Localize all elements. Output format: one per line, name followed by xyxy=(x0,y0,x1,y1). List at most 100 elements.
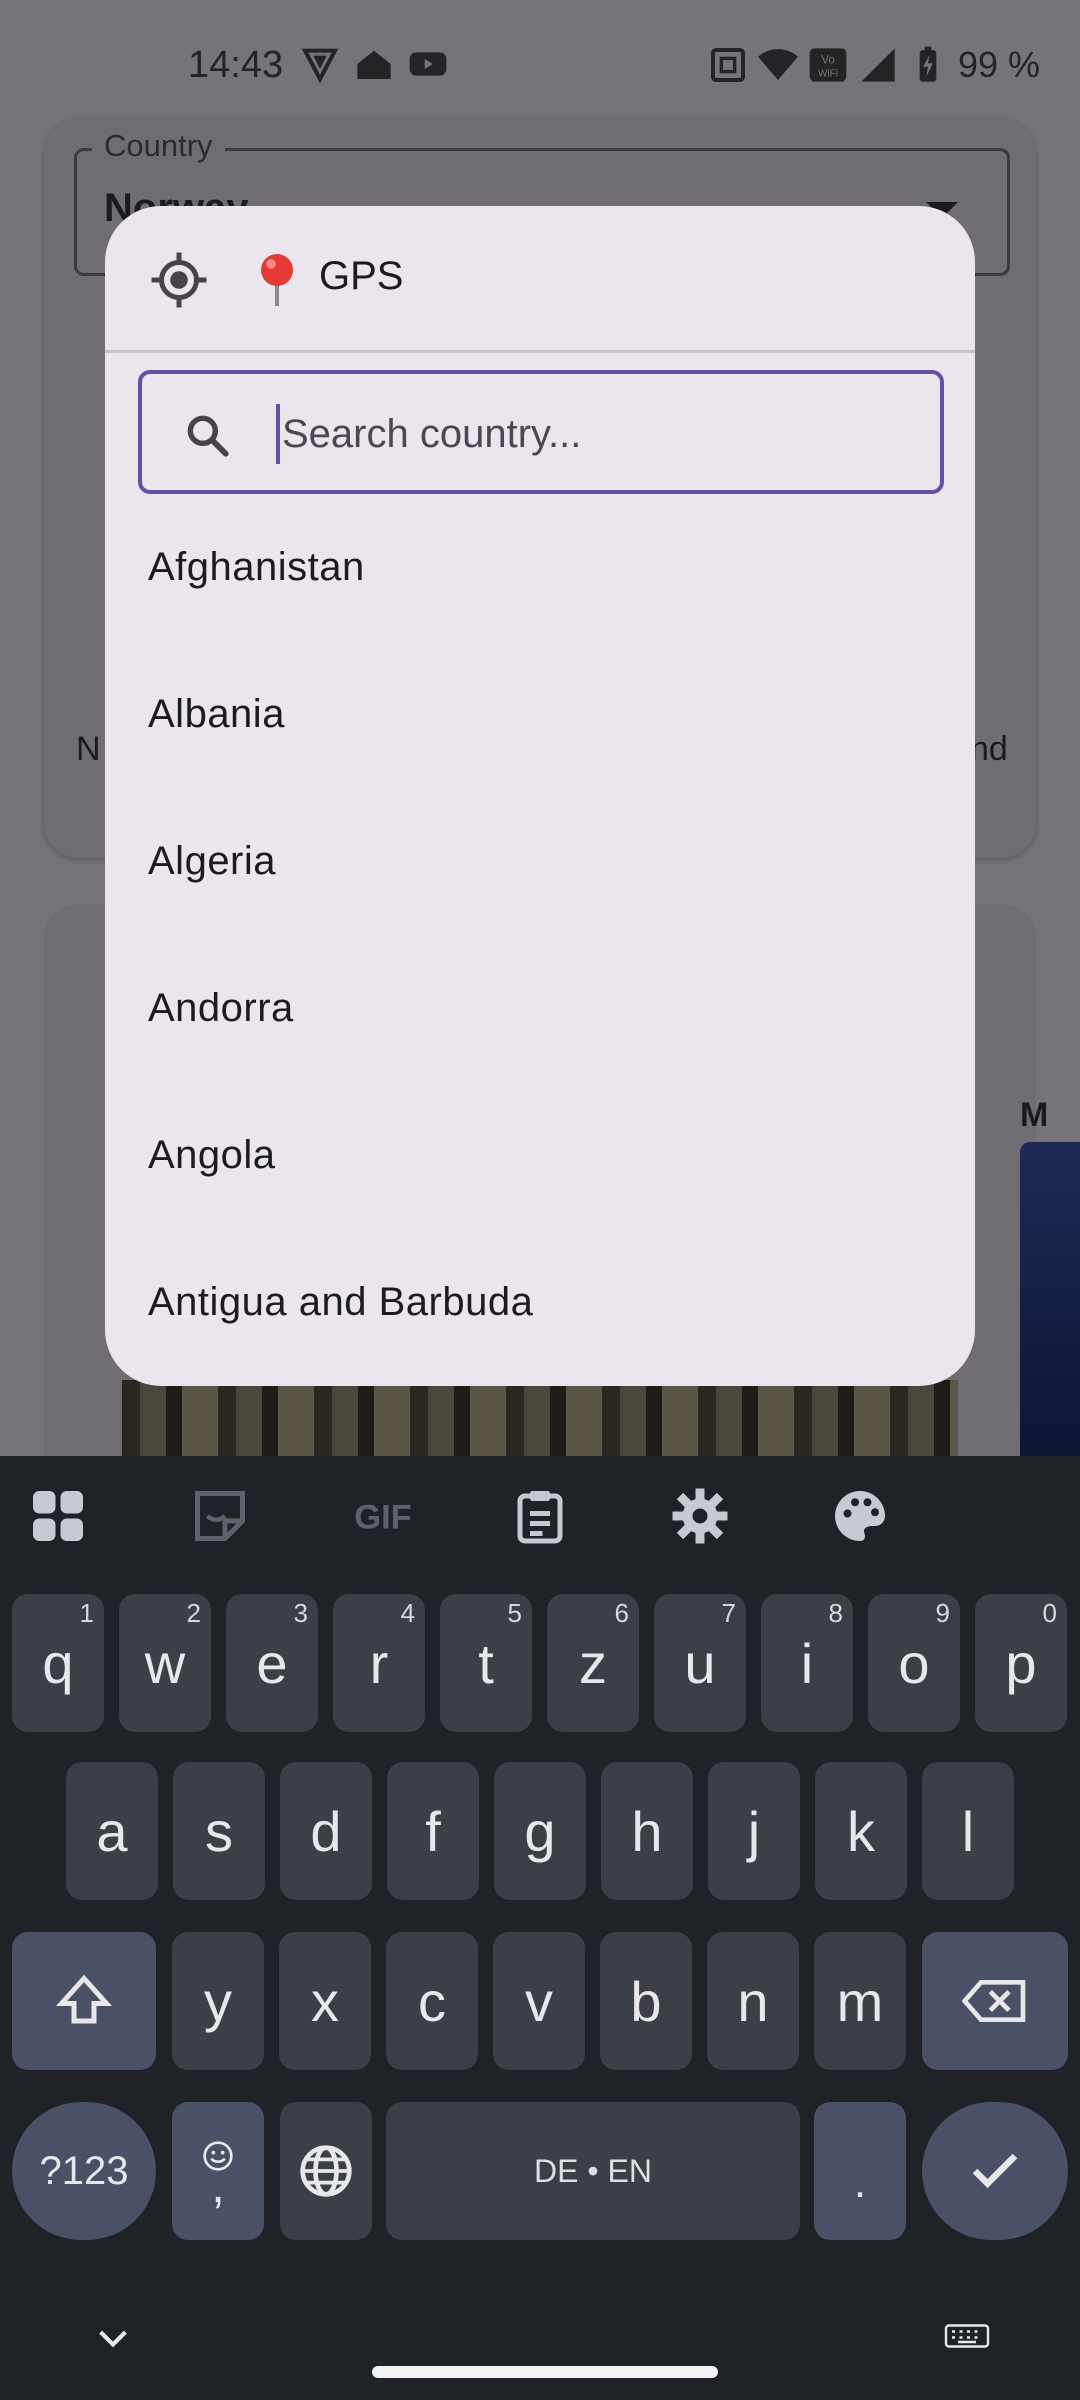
text-cursor xyxy=(276,404,280,464)
backspace-icon xyxy=(962,1980,1026,2022)
key-label: u xyxy=(684,1631,716,1695)
search-field[interactable] xyxy=(138,370,944,494)
key-label: f xyxy=(425,1799,441,1863)
key-o[interactable]: o9 xyxy=(868,1594,960,1732)
period-key[interactable]: . xyxy=(814,2102,906,2240)
period-label: . xyxy=(853,2158,867,2207)
country-list-item[interactable]: Albania xyxy=(105,641,975,788)
country-label: Country xyxy=(92,128,225,164)
battery-percent: 99 % xyxy=(957,44,1040,85)
key-d[interactable]: d xyxy=(280,1762,372,1900)
chevron-down-icon[interactable] xyxy=(96,2328,130,2350)
side-photo xyxy=(1020,1142,1080,1462)
gps-option[interactable]: GPS xyxy=(105,206,975,351)
key-e[interactable]: e3 xyxy=(226,1594,318,1732)
settings-icon[interactable] xyxy=(670,1486,730,1546)
key-label: k xyxy=(847,1799,875,1863)
key-hint: 1 xyxy=(79,1598,94,1628)
key-b[interactable]: b xyxy=(600,1932,692,2070)
key-s[interactable]: s xyxy=(173,1762,265,1900)
signal-icon xyxy=(861,48,895,82)
key-j[interactable]: j xyxy=(708,1762,800,1900)
key-y[interactable]: y xyxy=(172,1932,264,2070)
key-l[interactable]: l xyxy=(922,1762,1014,1900)
key-label: q xyxy=(42,1631,74,1695)
palette-icon[interactable] xyxy=(830,1486,890,1546)
apps-grid-icon[interactable] xyxy=(28,1486,88,1546)
key-v[interactable]: v xyxy=(493,1932,585,2070)
home-indicator[interactable] xyxy=(372,2366,718,2378)
key-w[interactable]: w2 xyxy=(119,1594,211,1732)
status-bar: 14:43 Vo WiFi 99 % xyxy=(0,0,1080,130)
key-q[interactable]: q1 xyxy=(12,1594,104,1732)
country-list: Afghanistan Albania Algeria Andorra Angola An… xyxy=(105,494,975,1376)
country-list-item[interactable]: Afghanistan xyxy=(105,494,975,641)
key-z[interactable]: z6 xyxy=(547,1594,639,1732)
country-list-item[interactable]: Andorra xyxy=(105,935,975,1082)
key-label: a xyxy=(96,1799,128,1863)
my-location-icon xyxy=(151,252,207,308)
gif-icon[interactable]: GIF xyxy=(346,1486,420,1546)
globe-icon xyxy=(300,2145,352,2197)
keyboard-switch-icon[interactable] xyxy=(944,2324,990,2354)
shift-key[interactable] xyxy=(12,1932,156,2070)
key-h[interactable]: h xyxy=(601,1762,693,1900)
key-label: o xyxy=(898,1631,930,1695)
key-r[interactable]: r4 xyxy=(333,1594,425,1732)
key-k[interactable]: k xyxy=(815,1762,907,1900)
key-hint: 9 xyxy=(935,1598,950,1628)
emoji-comma-key[interactable]: , xyxy=(172,2102,264,2240)
key-f[interactable]: f xyxy=(387,1762,479,1900)
key-label: e xyxy=(256,1631,288,1695)
search-input[interactable] xyxy=(282,394,902,474)
space-label: DE • EN xyxy=(534,2152,652,2189)
backspace-key[interactable] xyxy=(922,1932,1068,2070)
checkmark-icon xyxy=(972,2153,1018,2189)
country-list-item[interactable]: Antigua and Barbuda xyxy=(105,1229,975,1376)
key-i[interactable]: i8 xyxy=(761,1594,853,1732)
key-hint: 7 xyxy=(721,1598,736,1628)
key-label: z xyxy=(579,1631,607,1695)
key-label: m xyxy=(836,1969,884,2033)
key-hint: 6 xyxy=(614,1598,629,1628)
space-key[interactable]: DE • EN xyxy=(386,2102,800,2240)
key-t[interactable]: t5 xyxy=(440,1594,532,1732)
key-label: g xyxy=(524,1799,556,1863)
card-text-fragment-right: nd xyxy=(970,730,1008,768)
key-c[interactable]: c xyxy=(386,1932,478,2070)
key-label: j xyxy=(747,1799,761,1863)
status-right-icons: Vo WiFi 99 % xyxy=(708,44,1040,86)
key-label: b xyxy=(630,1969,662,2033)
done-key[interactable] xyxy=(922,2102,1068,2240)
key-p[interactable]: p0 xyxy=(975,1594,1067,1732)
country-list-item[interactable]: Algeria xyxy=(105,788,975,935)
key-label: p xyxy=(1005,1631,1037,1695)
key-hint: 8 xyxy=(828,1598,843,1628)
status-time: 14:43 xyxy=(188,44,284,86)
svg-text:WiFi: WiFi xyxy=(818,69,838,80)
key-g[interactable]: g xyxy=(494,1762,586,1900)
divider xyxy=(105,350,975,353)
language-key[interactable] xyxy=(280,2102,372,2240)
sticker-icon[interactable] xyxy=(190,1486,250,1546)
key-x[interactable]: x xyxy=(279,1932,371,2070)
key-hint: 2 xyxy=(186,1598,201,1628)
key-u[interactable]: u7 xyxy=(654,1594,746,1732)
shift-icon xyxy=(55,1974,113,2024)
key-hint: 0 xyxy=(1042,1598,1057,1628)
symbols-key[interactable]: ?123 xyxy=(12,2102,156,2240)
clipboard-icon[interactable] xyxy=(510,1486,570,1546)
country-list-item[interactable]: Angola xyxy=(105,1082,975,1229)
svg-text:Vo: Vo xyxy=(821,53,835,66)
vowifi-icon: Vo WiFi xyxy=(809,48,847,82)
key-label: y xyxy=(204,1969,232,2033)
key-label: v xyxy=(525,1969,553,2033)
key-label: d xyxy=(310,1799,342,1863)
key-a[interactable]: a xyxy=(66,1762,158,1900)
nfc-icon xyxy=(710,48,745,82)
key-m[interactable]: m xyxy=(814,1932,906,2070)
key-n[interactable]: n xyxy=(707,1932,799,2070)
country-picker-dialog: GPS AfghanistanAlbaniaAlgeriaAndorraAngo… xyxy=(105,206,975,1386)
key-hint: 4 xyxy=(400,1598,415,1628)
building-photo xyxy=(122,1380,958,1460)
